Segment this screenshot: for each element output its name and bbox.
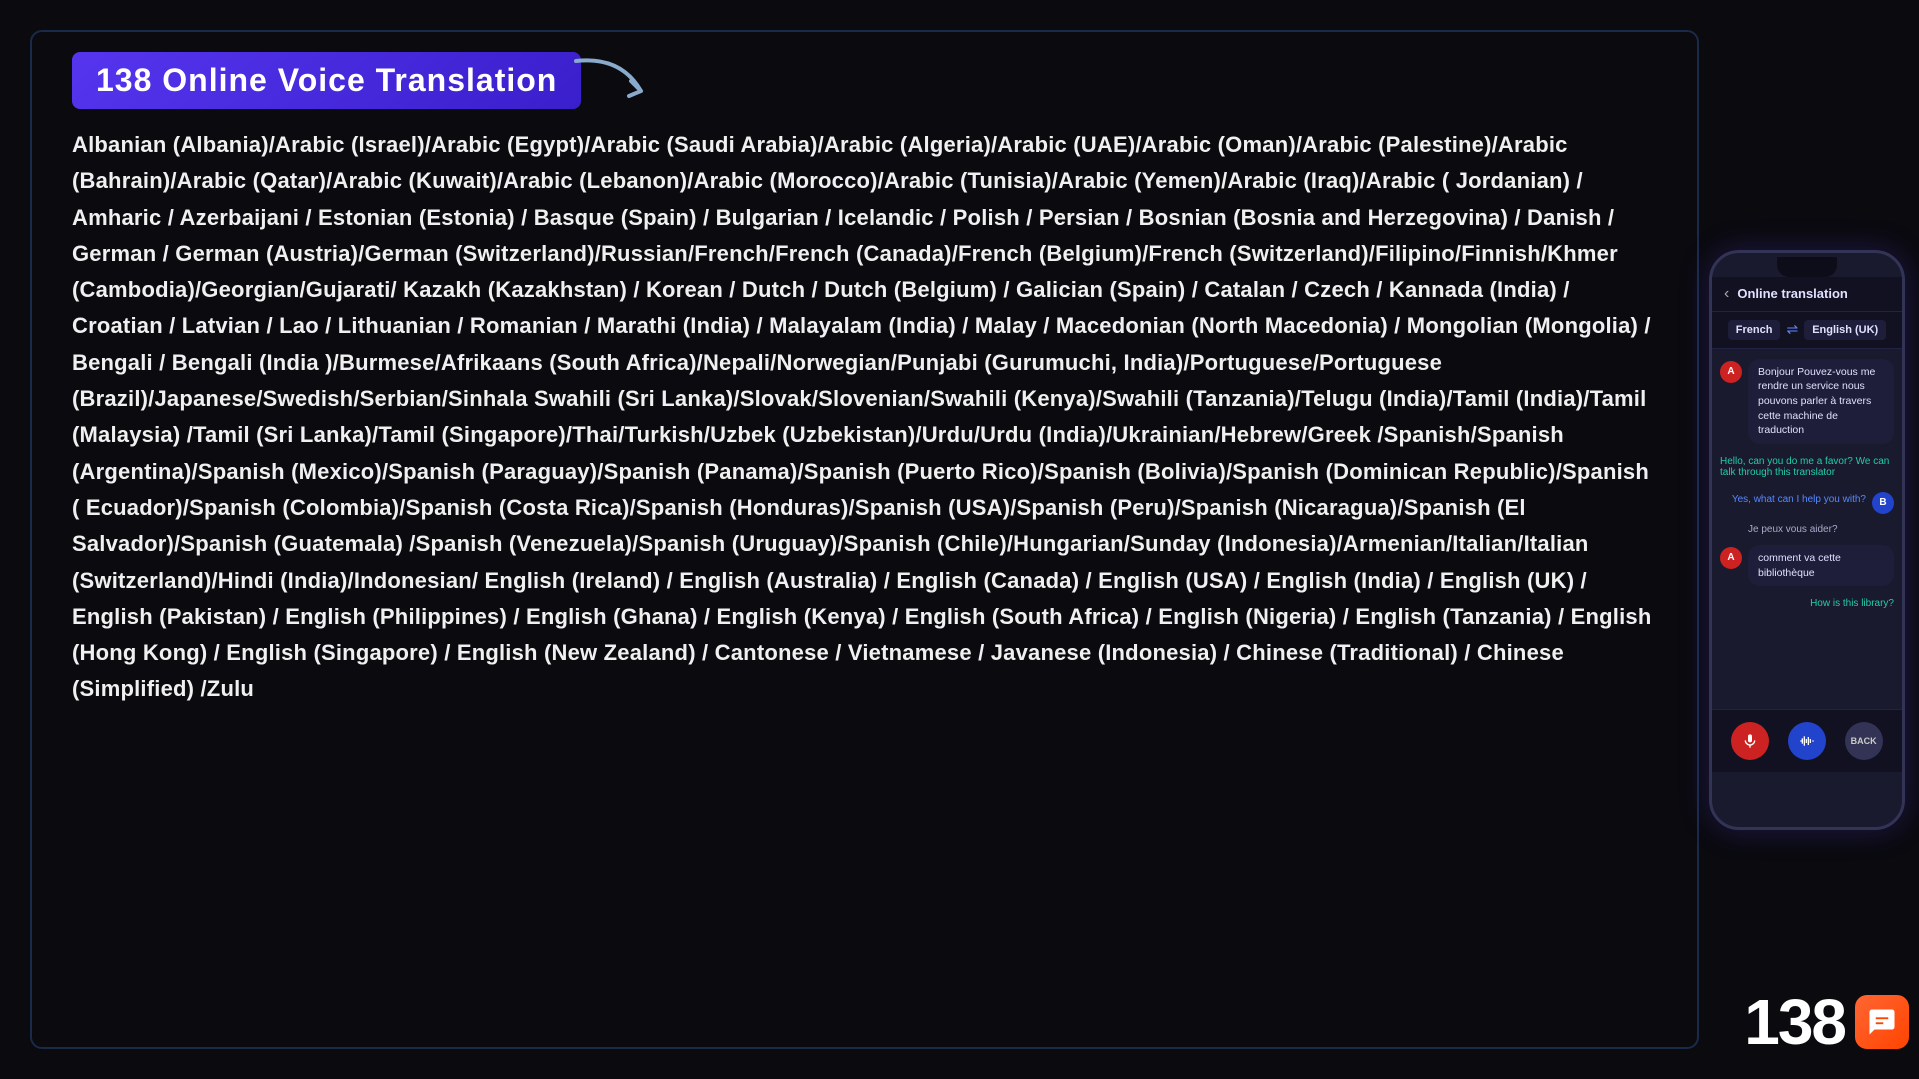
language-selector: French ⇌ English (UK) <box>1712 312 1902 349</box>
back-button[interactable]: BACK <box>1845 722 1883 760</box>
arrow-icon <box>571 51 661 111</box>
phone-header: ‹ Online translation <box>1712 277 1902 312</box>
badge-icon <box>1855 995 1909 1049</box>
mic-button[interactable] <box>1731 722 1769 760</box>
avatar-b-3: B <box>1872 492 1894 514</box>
phone-header-title: Online translation <box>1737 286 1848 301</box>
phone-notch <box>1777 257 1837 277</box>
bottom-badge: 138 <box>1744 985 1909 1059</box>
badge-number: 138 <box>1744 985 1845 1059</box>
bubble-1: Bonjour Pouvez-vous me rendre un service… <box>1748 359 1894 444</box>
message-2: Hello, can you do me a favor? We can tal… <box>1720 452 1894 482</box>
message-1: A Bonjour Pouvez-vous me rendre un servi… <box>1720 359 1894 444</box>
message-5: A comment va cette bibliothèque <box>1720 545 1894 586</box>
wave-button[interactable] <box>1788 722 1826 760</box>
phone-controls: BACK <box>1712 709 1902 772</box>
phone-mockup-container: ‹ Online translation French ⇌ English (U… <box>1709 250 1909 830</box>
phone-mockup: ‹ Online translation French ⇌ English (U… <box>1709 250 1905 830</box>
message-4: Je peux vous aider? <box>1720 522 1894 537</box>
bubble-5: comment va cette bibliothèque <box>1748 545 1894 586</box>
main-container: 138 Online Voice Translation Albanian (A… <box>30 30 1699 1049</box>
target-language-btn[interactable]: English (UK) <box>1804 320 1886 340</box>
message-3: Yes, what can I help you with? B <box>1720 490 1894 514</box>
chat-area: A Bonjour Pouvez-vous me rendre un servi… <box>1712 349 1902 709</box>
bubble-teal-2: Hello, can you do me a favor? We can tal… <box>1720 452 1894 482</box>
message-6: How is this library? <box>1720 594 1894 613</box>
title-box: 138 Online Voice Translation <box>72 52 581 109</box>
avatar-a-5: A <box>1720 547 1742 569</box>
bubble-4: Je peux vous aider? <box>1748 522 1838 537</box>
avatar-a-1: A <box>1720 361 1742 383</box>
languages-list: Albanian (Albania)/Arabic (Israel)/Arabi… <box>72 127 1657 708</box>
back-arrow-icon[interactable]: ‹ <box>1724 285 1729 303</box>
page-title: 138 Online Voice Translation <box>96 62 557 98</box>
bubble-blue-3: Yes, what can I help you with? <box>1732 490 1866 509</box>
bubble-teal-6: How is this library? <box>1810 594 1894 613</box>
swap-languages-icon[interactable]: ⇌ <box>1786 321 1798 338</box>
title-banner: 138 Online Voice Translation <box>72 52 581 109</box>
source-language-btn[interactable]: French <box>1728 320 1781 340</box>
